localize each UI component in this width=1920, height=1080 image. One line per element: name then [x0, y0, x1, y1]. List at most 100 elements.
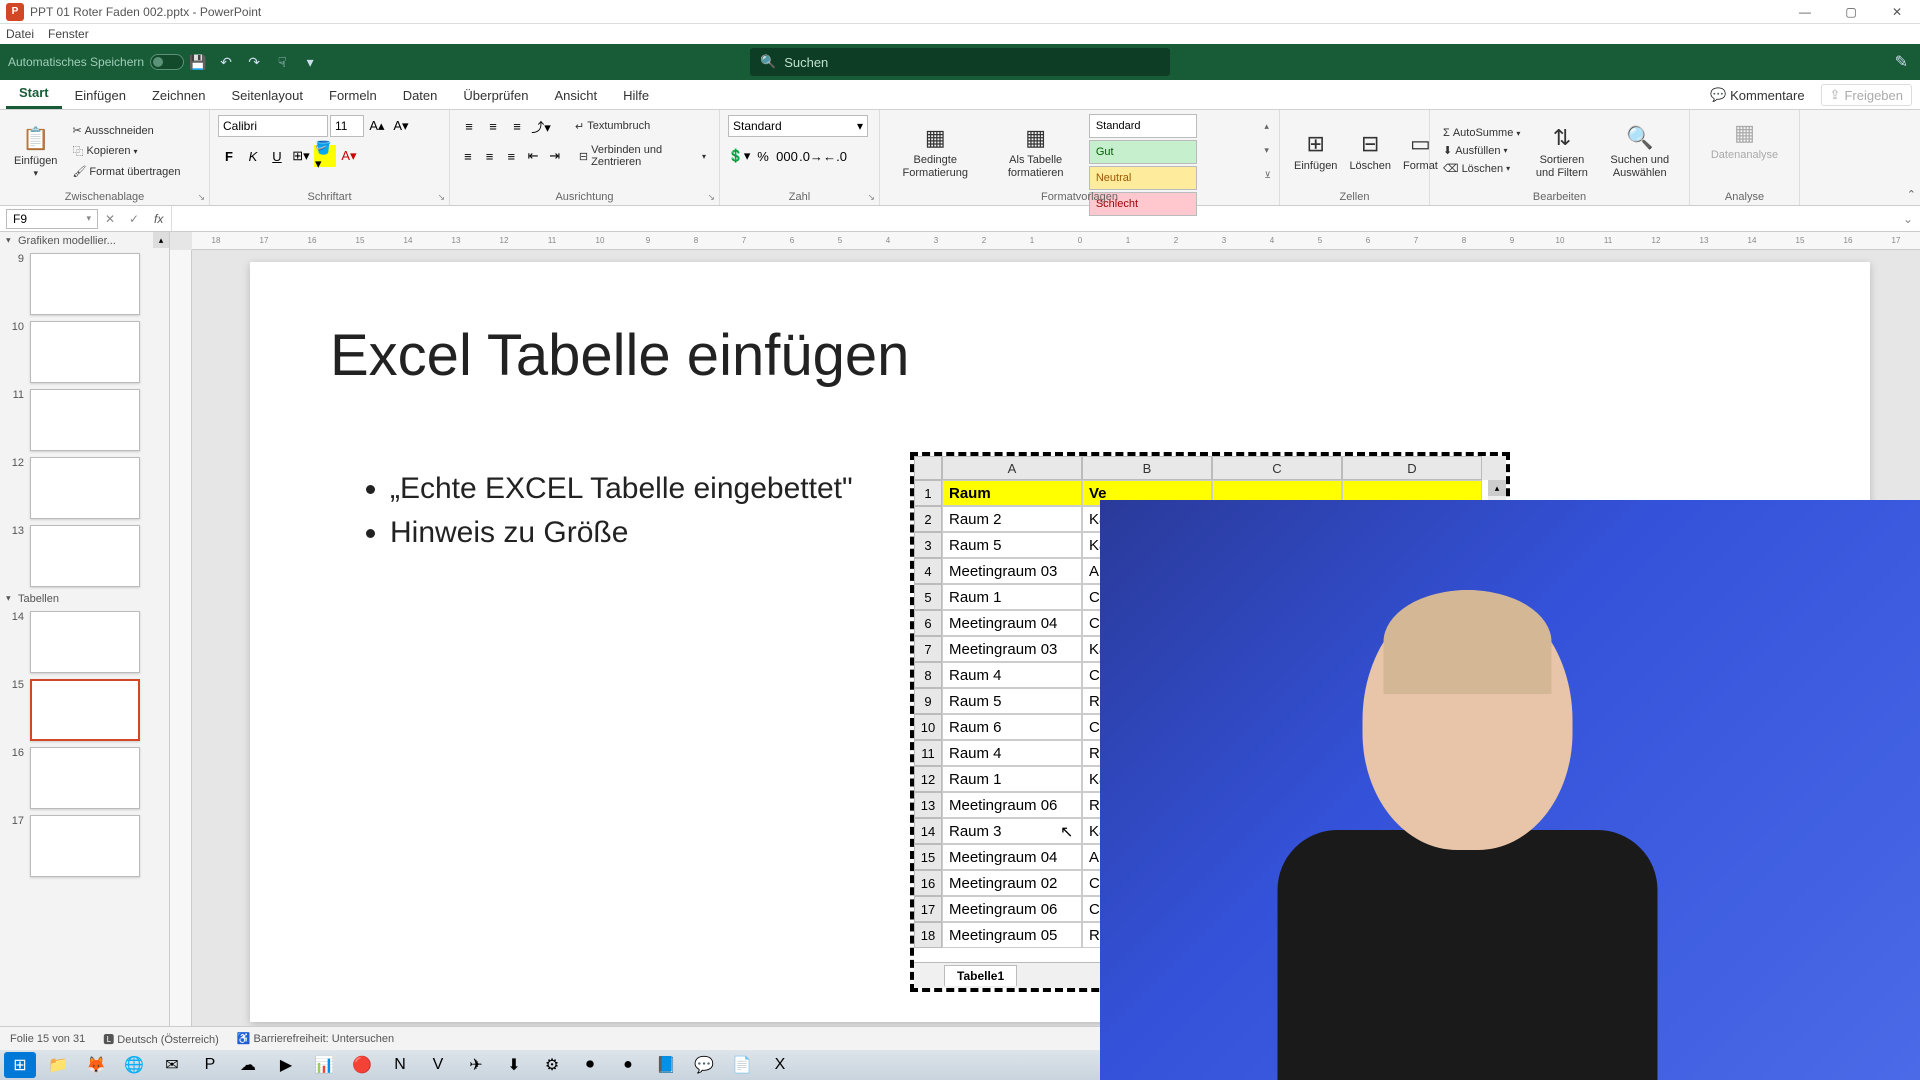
close-button[interactable]: ✕ [1874, 0, 1920, 24]
cell-A13[interactable]: Meetingraum 06 [942, 792, 1082, 818]
insert-cells-button[interactable]: ⊞Einfügen [1288, 114, 1343, 188]
cancel-formula-button[interactable]: ✕ [98, 212, 122, 226]
scroll-up-arrow[interactable]: ▴ [1488, 480, 1506, 496]
formula-input[interactable] [171, 206, 1896, 231]
row-header[interactable]: 15 [914, 844, 942, 870]
fill-button[interactable]: ⬇Ausfüllen▾ [1438, 142, 1525, 159]
thumb-slide-15[interactable]: 15 [0, 676, 169, 744]
slide-title-text[interactable]: Excel Tabelle einfügen [330, 322, 909, 389]
cell-A2[interactable]: Raum 2 [942, 506, 1082, 532]
col-header-a[interactable]: A [942, 456, 1082, 480]
row-header[interactable]: 18 [914, 922, 942, 948]
borders-button[interactable]: ⊞▾ [290, 145, 312, 167]
row-header[interactable]: 10 [914, 714, 942, 740]
wrap-text-button[interactable]: ↵Textumbruch [570, 118, 655, 135]
autosum-button[interactable]: ΣAutoSumme▾ [1438, 125, 1525, 141]
tab-ueberpruefen[interactable]: Überprüfen [450, 82, 541, 109]
style-neutral[interactable]: Neutral [1089, 166, 1197, 190]
thumb-slide-14[interactable]: 14 [0, 608, 169, 676]
cell-A16[interactable]: Meetingraum 02 [942, 870, 1082, 896]
collapse-ribbon-button[interactable]: ⌃ [1907, 188, 1916, 201]
section-tabellen[interactable]: Tabellen [0, 590, 169, 608]
cell-A11[interactable]: Raum 4 [942, 740, 1082, 766]
taskbar-item-18[interactable]: 💬 [688, 1052, 720, 1078]
merge-center-button[interactable]: ⊟Verbinden und Zentrieren▾ [574, 142, 711, 170]
style-standard[interactable]: Standard [1089, 114, 1197, 138]
tab-daten[interactable]: Daten [390, 82, 451, 109]
name-box[interactable]: F9▾ [6, 209, 98, 229]
undo-button[interactable]: ↶ [212, 48, 240, 76]
maximize-button[interactable]: ▢ [1828, 0, 1874, 24]
align-middle-button[interactable]: ≡ [482, 115, 504, 137]
tab-einfuegen[interactable]: Einfügen [62, 82, 139, 109]
thumb-preview[interactable] [30, 747, 140, 809]
taskbar-item-4[interactable]: ✉ [156, 1052, 188, 1078]
slide-bullets[interactable]: „Echte EXCEL Tabelle eingebettet" Hinwei… [360, 472, 853, 560]
share-button[interactable]: ⇪Freigeben [1821, 84, 1912, 106]
thumb-preview[interactable] [30, 253, 140, 315]
taskbar-item-13[interactable]: ⬇ [498, 1052, 530, 1078]
accounting-format-button[interactable]: 💲▾ [728, 145, 750, 167]
thumb-slide-13[interactable]: 13 [0, 522, 169, 590]
paste-button[interactable]: 📋Einfügen▾ [8, 114, 63, 188]
clipboard-launcher[interactable]: ↘ [197, 192, 205, 203]
delete-cells-button[interactable]: ⊟Löschen [1343, 114, 1397, 188]
fill-color-button[interactable]: 🪣▾ [314, 145, 336, 167]
cut-button[interactable]: ✂Ausschneiden [67, 122, 185, 139]
font-color-button[interactable]: A▾ [338, 145, 360, 167]
accessibility-checker[interactable]: ♿ Barrierefreiheit: Untersuchen [237, 1032, 394, 1045]
row-header[interactable]: 6 [914, 610, 942, 636]
row-header[interactable]: 2 [914, 506, 942, 532]
editing-mode-button[interactable]: ✎ [1895, 52, 1908, 72]
taskbar-item-5[interactable]: P [194, 1052, 226, 1078]
thumb-preview[interactable] [30, 611, 140, 673]
increase-font-button[interactable]: A▴ [366, 115, 388, 137]
tab-ansicht[interactable]: Ansicht [541, 82, 610, 109]
redo-button[interactable]: ↷ [240, 48, 268, 76]
gallery-down-button[interactable]: ▾ [1264, 145, 1271, 156]
cell-A18[interactable]: Meetingraum 05 [942, 922, 1082, 948]
cell-A1[interactable]: Raum [942, 480, 1082, 506]
underline-button[interactable]: U [266, 145, 288, 167]
save-button[interactable]: 💾 [184, 48, 212, 76]
taskbar-item-10[interactable]: N [384, 1052, 416, 1078]
thumb-slide-16[interactable]: 16 [0, 744, 169, 812]
enter-formula-button[interactable]: ✓ [122, 212, 146, 226]
taskbar-item-1[interactable]: 📁 [42, 1052, 74, 1078]
taskbar-item-11[interactable]: V [422, 1052, 454, 1078]
cell-A12[interactable]: Raum 1 [942, 766, 1082, 792]
thumb-slide-10[interactable]: 10 [0, 318, 169, 386]
fx-icon[interactable]: fx [154, 212, 163, 226]
taskbar-item-0[interactable]: ⊞ [4, 1052, 36, 1078]
thumb-preview[interactable] [30, 457, 140, 519]
taskbar-item-6[interactable]: ☁ [232, 1052, 264, 1078]
thumb-slide-12[interactable]: 12 [0, 454, 169, 522]
sort-filter-button[interactable]: ⇅Sortieren und Filtern [1525, 114, 1598, 188]
cell-A3[interactable]: Raum 5 [942, 532, 1082, 558]
menu-fenster[interactable]: Fenster [48, 27, 89, 41]
col-header-d[interactable]: D [1342, 456, 1482, 480]
row-header[interactable]: 11 [914, 740, 942, 766]
font-name-input[interactable] [218, 115, 328, 137]
conditional-formatting-button[interactable]: ▦Bedingte Formatierung [888, 114, 983, 188]
align-bottom-button[interactable]: ≡ [506, 115, 528, 137]
decrease-decimal-button[interactable]: ←.0 [824, 145, 846, 167]
thumb-preview[interactable] [30, 525, 140, 587]
qat-customize-button[interactable]: ▾ [296, 48, 324, 76]
row-header[interactable]: 12 [914, 766, 942, 792]
cell-A17[interactable]: Meetingraum 06 [942, 896, 1082, 922]
row-header[interactable]: 14 [914, 818, 942, 844]
taskbar-item-7[interactable]: ▶ [270, 1052, 302, 1078]
italic-button[interactable]: K [242, 145, 264, 167]
cell-A8[interactable]: Raum 4 [942, 662, 1082, 688]
font-launcher[interactable]: ↘ [437, 192, 445, 203]
alignment-launcher[interactable]: ↘ [707, 192, 715, 203]
search-box[interactable]: 🔍 Suchen [750, 48, 1170, 76]
row-header[interactable]: 13 [914, 792, 942, 818]
cell-A4[interactable]: Meetingraum 03 [942, 558, 1082, 584]
thumb-preview[interactable] [30, 815, 140, 877]
bold-button[interactable]: F [218, 145, 240, 167]
tab-zeichnen[interactable]: Zeichnen [139, 82, 218, 109]
comments-button[interactable]: 💬Kommentare [1710, 84, 1805, 106]
number-format-select[interactable]: Standard▾ [728, 115, 868, 137]
